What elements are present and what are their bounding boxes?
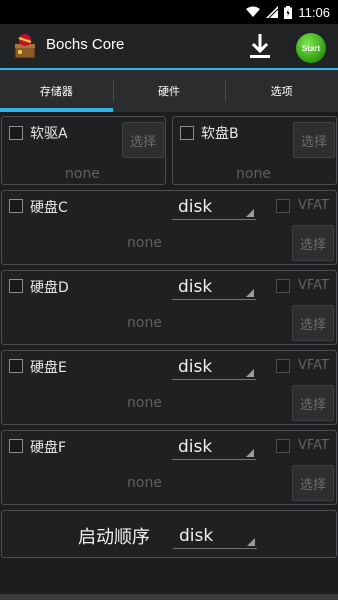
floppy-a-panel: 软驱A 选择 none (1, 116, 166, 185)
disk-e-checkbox[interactable] (9, 359, 23, 373)
dropdown-arrow-icon (246, 209, 254, 217)
disk-d-label: 硬盘D (30, 280, 69, 296)
floppy-a-label: 软驱A (30, 126, 68, 142)
dropdown-arrow-icon (246, 369, 254, 377)
disk-f-panel: 硬盘F disk VFAT 选择 none (1, 430, 337, 505)
floppy-b-select-button[interactable]: 选择 (293, 122, 335, 158)
disk-e-type-dropdown[interactable]: disk (172, 356, 256, 380)
status-time: 11:06 (298, 4, 330, 20)
disk-f-type-value: disk (178, 437, 213, 457)
disk-e-type-value: disk (178, 357, 213, 377)
disk-c-vfat-label: VFAT (298, 198, 330, 213)
disk-c-type-value: disk (178, 197, 213, 217)
disk-f-label: 硬盘F (30, 440, 67, 456)
disk-c-select-button[interactable]: 选择 (292, 225, 334, 261)
dropdown-arrow-icon (247, 538, 255, 546)
download-icon[interactable] (244, 30, 276, 62)
disk-f-checkbox[interactable] (9, 439, 23, 453)
tab-storage[interactable]: 存储器 (0, 70, 113, 112)
wifi-icon (246, 6, 261, 17)
floppy-a-select-button[interactable]: 选择 (122, 122, 164, 158)
bottom-edge (0, 594, 338, 600)
floppy-b-panel: 软盘B 选择 none (172, 116, 337, 185)
disk-e-vfat-label: VFAT (298, 358, 330, 373)
disk-d-select-button[interactable]: 选择 (292, 305, 334, 341)
disk-f-type-dropdown[interactable]: disk (172, 436, 256, 460)
disk-d-type-value: disk (178, 277, 213, 297)
action-bar: Bochs Core Start (0, 24, 338, 68)
disk-e-vfat-checkbox[interactable] (276, 359, 290, 373)
floppy-a-checkbox[interactable] (9, 126, 23, 140)
disk-e-label: 硬盘E (30, 360, 67, 376)
status-bar: 11:06 (0, 0, 338, 24)
boot-order-panel: 启动顺序 disk (1, 510, 337, 558)
floppy-b-value: none (236, 166, 271, 182)
boot-order-value: disk (179, 526, 214, 546)
tab-options[interactable]: 选项 (225, 70, 338, 112)
tab-hardware[interactable]: 硬件 (112, 70, 226, 112)
boot-order-label: 启动顺序 (78, 527, 150, 548)
signal-icon (266, 6, 279, 18)
disk-d-vfat-label: VFAT (298, 278, 330, 293)
floppy-a-value: none (65, 166, 100, 182)
disk-d-value: none (127, 315, 162, 331)
disk-e-panel: 硬盘E disk VFAT 选择 none (1, 350, 337, 425)
dropdown-arrow-icon (246, 449, 254, 457)
disk-c-vfat-checkbox[interactable] (276, 199, 290, 213)
disk-e-value: none (127, 395, 162, 411)
disk-e-select-button[interactable]: 选择 (292, 385, 334, 421)
disk-f-vfat-checkbox[interactable] (276, 439, 290, 453)
disk-f-vfat-label: VFAT (298, 438, 330, 453)
battery-icon (284, 5, 293, 19)
disk-c-label: 硬盘C (30, 200, 68, 216)
disk-d-checkbox[interactable] (9, 279, 23, 293)
disk-c-checkbox[interactable] (9, 199, 23, 213)
app-title: Bochs Core (46, 36, 125, 53)
boot-order-dropdown[interactable]: disk (173, 525, 257, 549)
disk-c-value: none (127, 235, 162, 251)
floppy-b-label: 软盘B (201, 126, 239, 142)
floppy-b-checkbox[interactable] (180, 126, 194, 140)
disk-c-panel: 硬盘C disk VFAT 选择 none (1, 190, 337, 265)
disk-d-panel: 硬盘D disk VFAT 选择 none (1, 270, 337, 345)
app-logo-icon (14, 34, 36, 59)
disk-f-value: none (127, 475, 162, 491)
dropdown-arrow-icon (246, 289, 254, 297)
start-button[interactable]: Start (296, 33, 326, 63)
tab-bar: 存储器 硬件 选项 (0, 70, 338, 112)
disk-d-vfat-checkbox[interactable] (276, 279, 290, 293)
disk-d-type-dropdown[interactable]: disk (172, 276, 256, 300)
disk-c-type-dropdown[interactable]: disk (172, 196, 256, 220)
disk-f-select-button[interactable]: 选择 (292, 465, 334, 501)
